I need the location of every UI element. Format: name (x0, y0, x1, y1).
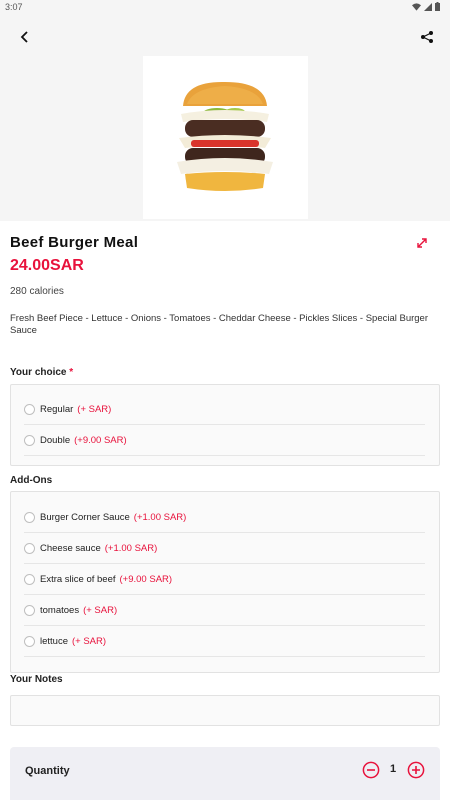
product-description: Fresh Beef Piece - Lettuce - Onions - To… (10, 313, 429, 336)
radio-button[interactable] (24, 635, 35, 647)
option-price: (+9.00 SAR) (74, 434, 127, 446)
required-mark: * (69, 367, 74, 378)
option-price: (+1.00 SAR) (104, 542, 158, 554)
share-button[interactable] (416, 26, 438, 48)
option-name: Extra slice of beef (40, 573, 116, 585)
addon-option-tomatoes[interactable]: tomatoes (+ SAR) (24, 595, 425, 626)
battery-icon (435, 2, 440, 11)
option-price: (+ SAR) (72, 635, 107, 647)
option-price: (+ SAR) (83, 604, 118, 616)
option-name: tomatoes (40, 604, 80, 616)
top-app-bar (0, 16, 450, 56)
addon-option-burger-corner-sauce[interactable]: Burger Corner Sauce (+1.00 SAR) (24, 502, 425, 533)
expand-icon (417, 238, 427, 248)
wifi-icon (412, 2, 421, 11)
notes-input[interactable] (10, 695, 440, 726)
addons-section-label: Add-Ons (10, 475, 53, 486)
radio-button[interactable] (24, 573, 35, 585)
addons-options-box: Burger Corner Sauce (+1.00 SAR) Cheese s… (10, 491, 440, 673)
product-price: 24.00SAR (10, 257, 84, 274)
option-price: (+ SAR) (77, 403, 112, 415)
option-name: lettuce (40, 635, 68, 647)
choice-option-double[interactable]: Double (+9.00 SAR) (24, 425, 425, 456)
quantity-label: Quantity (25, 765, 70, 777)
minus-circle-icon[interactable] (362, 761, 380, 779)
back-button[interactable] (14, 26, 36, 48)
choice-options-box: Regular (+ SAR) Double (+9.00 SAR) (10, 384, 440, 466)
status-bar: 3:07 (0, 0, 450, 16)
product-image[interactable] (143, 56, 308, 219)
option-name: Double (40, 434, 71, 446)
option-name: Cheese sauce (40, 542, 101, 554)
choice-label-text: Your choice (10, 367, 67, 378)
notes-section-label: Your Notes (10, 674, 63, 685)
share-icon (421, 31, 433, 43)
addon-option-cheese-sauce[interactable]: Cheese sauce (+1.00 SAR) (24, 533, 425, 564)
radio-button[interactable] (24, 403, 35, 415)
status-icons (412, 2, 440, 11)
addon-option-lettuce[interactable]: lettuce (+ SAR) (24, 626, 425, 657)
radio-button[interactable] (24, 511, 35, 523)
option-name: Burger Corner Sauce (40, 511, 130, 523)
addon-option-extra-beef[interactable]: Extra slice of beef (+9.00 SAR) (24, 564, 425, 595)
quantity-bar: Quantity 1 (10, 747, 440, 800)
product-title: Beef Burger Meal (10, 234, 139, 251)
plus-circle-icon[interactable] (407, 761, 425, 779)
signal-icon (424, 2, 432, 11)
radio-button[interactable] (24, 434, 35, 446)
radio-button[interactable] (24, 604, 35, 616)
radio-button[interactable] (24, 542, 35, 554)
choice-option-regular[interactable]: Regular (+ SAR) (24, 394, 425, 425)
product-calories: 280 calories (10, 286, 64, 297)
choice-section-label: Your choice * (10, 367, 73, 378)
product-image-area (0, 56, 450, 255)
status-time: 3:07 (5, 2, 23, 12)
back-arrow-icon (20, 31, 28, 43)
option-name: Regular (40, 403, 74, 415)
expand-image-button[interactable] (410, 231, 434, 255)
burger-illustration (177, 81, 273, 191)
quantity-value: 1 (389, 763, 397, 775)
option-price: (+9.00 SAR) (119, 573, 173, 585)
option-price: (+1.00 SAR) (133, 511, 187, 523)
